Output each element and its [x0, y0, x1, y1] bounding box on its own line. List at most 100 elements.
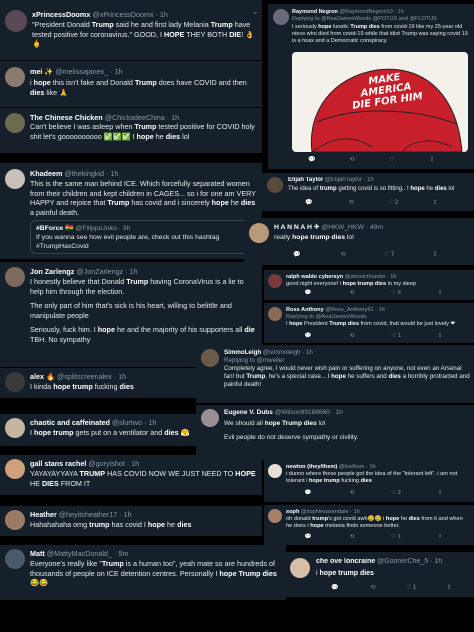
retweet-icon[interactable]: ⟲ — [320, 251, 366, 258]
handle-time[interactable]: @slurtwo · 1h — [112, 418, 156, 427]
display-name[interactable]: mei ✨ — [30, 67, 53, 76]
retweet-icon[interactable]: ⟲ — [330, 333, 374, 339]
quoted-tweet[interactable]: #BForce 🇬🇭 @FilippoJoko · 3h If you wann… — [30, 220, 256, 254]
handle-time[interactable]: @Ross_Anthony91 · 1h — [325, 307, 384, 313]
display-name[interactable]: Raymond Negron — [292, 9, 338, 15]
avatar[interactable] — [249, 223, 269, 243]
handle-time[interactable]: @sophiesaxendale · 1h — [301, 509, 360, 515]
handle-time[interactable]: @heyitsheather17 · 1h — [59, 510, 132, 519]
share-icon[interactable]: ⇪ — [418, 534, 462, 540]
retweet-icon[interactable]: ⟲ — [330, 290, 374, 296]
tweet-card[interactable]: Raymond Negron @RaymondNegron10 · 1h Rep… — [268, 4, 474, 169]
retweet-icon[interactable]: ⟲ — [330, 490, 374, 496]
cartoon-image[interactable]: MAKE AMERICA DIE FOR HIM — [292, 52, 468, 152]
tweet-card[interactable]: Elijah Taylor @ElijahTaylor · 1h The ide… — [262, 173, 474, 211]
reply-icon[interactable]: 💬 — [288, 199, 330, 206]
reply-icon[interactable]: 💬 — [286, 534, 330, 540]
avatar[interactable] — [5, 549, 25, 569]
display-name[interactable]: Heather — [30, 510, 57, 519]
tweet-card[interactable]: mei ✨ @melissajanex_ · 1h i hope this is… — [0, 61, 262, 107]
avatar[interactable] — [201, 409, 219, 427]
avatar[interactable] — [267, 177, 283, 193]
handle-time[interactable]: @JonZarlengz · 1h — [76, 267, 137, 276]
share-icon[interactable]: ⇪ — [414, 199, 456, 206]
like-icon[interactable]: ♡ 1 — [392, 584, 430, 591]
retweet-icon[interactable]: ⟲ — [354, 584, 392, 591]
handle-time[interactable]: @HKW_HKW · 49m — [321, 224, 383, 231]
tweet-card[interactable]: SimmoLeigh @simmoleigh · 1h Replying to … — [196, 345, 474, 403]
retweet-icon[interactable]: ⟲ — [332, 156, 372, 163]
display-name[interactable]: chaotic and caffeinated — [30, 418, 110, 427]
avatar[interactable] — [5, 459, 25, 479]
handle-time[interactable]: @RaymondNegron10 · 1h — [339, 9, 403, 15]
handle-time[interactable]: @simmoleigh · 1h — [263, 349, 313, 356]
tweet-card[interactable]: soph @sophiesaxendale · 1h oh donald tru… — [264, 505, 474, 545]
display-name[interactable]: Eugene V. Dubs — [224, 409, 273, 416]
avatar[interactable] — [290, 558, 310, 578]
reply-icon[interactable]: 💬 — [292, 156, 332, 163]
display-name[interactable]: Elijah Taylor — [288, 177, 323, 183]
reply-icon[interactable]: 💬 — [286, 290, 330, 296]
avatar[interactable] — [268, 464, 282, 478]
handle-time[interactable]: @splitscreenalex · 1h — [57, 372, 126, 381]
retweet-icon[interactable]: ⟲ — [330, 534, 374, 540]
display-name[interactable]: Matt — [30, 549, 45, 558]
avatar[interactable] — [268, 307, 282, 321]
display-name[interactable]: xPrincessDoomx — [32, 10, 90, 19]
tweet-card[interactable]: gall stans rachel @goryishot · 1h YAYAYA… — [0, 455, 262, 495]
tweet-card[interactable]: xPrincessDoomx @xPrincessDoomx · 1h ⌄ "P… — [0, 0, 262, 60]
handle-time[interactable]: @ElijahTaylor · 1h — [325, 177, 374, 183]
share-icon[interactable]: ⇪ — [418, 490, 462, 496]
reply-context[interactable]: Replying to @RealJamesWoods @POTUS and @… — [292, 16, 470, 22]
tweet-card[interactable]: Khadeem @thekingkid · 1h This is the sam… — [0, 163, 262, 259]
handle-time[interactable]: @krelbom · 1h — [339, 464, 376, 470]
share-icon[interactable]: ⇪ — [418, 290, 462, 296]
like-icon[interactable]: ♡ 2 — [374, 490, 418, 496]
share-icon[interactable]: ⇪ — [418, 333, 462, 339]
share-icon[interactable]: ⇪ — [430, 584, 468, 591]
handle-time[interactable]: @goryishot · 1h — [88, 459, 139, 468]
reply-icon[interactable]: 💬 — [286, 333, 330, 339]
tweet-card[interactable]: Matt @MattyMacDonald_ · 5m Everyone's re… — [0, 545, 286, 600]
display-name[interactable]: ralph waldo cybersyn — [286, 274, 343, 280]
quote-hashtag[interactable]: #TrumpHasCovid — [36, 242, 250, 251]
like-icon[interactable]: ♡ — [372, 156, 412, 163]
handle-time[interactable]: @atomicthumbs · 1h — [345, 274, 397, 280]
reply-icon[interactable]: 💬 — [274, 251, 320, 258]
avatar[interactable] — [268, 509, 282, 523]
display-name[interactable]: gall stans rachel — [30, 459, 86, 468]
avatar[interactable] — [5, 418, 25, 438]
avatar[interactable] — [268, 274, 282, 288]
reply-icon[interactable]: 💬 — [286, 490, 330, 496]
reply-context[interactable]: Replying to @RealJamesWoods — [286, 314, 470, 320]
tweet-card[interactable]: The Chinese Chicken @ChickadeeChina · 1h… — [0, 108, 262, 153]
retweet-icon[interactable]: ⟲ — [330, 199, 372, 206]
like-icon[interactable]: ♡ 6 — [374, 290, 418, 296]
tweet-card[interactable]: Heather @heyitsheather17 · 1h Hahahahaha… — [0, 506, 262, 536]
reply-icon[interactable]: 💬 — [316, 584, 354, 591]
avatar[interactable] — [5, 510, 25, 530]
display-name[interactable]: che ove loncraine — [316, 558, 375, 565]
display-name[interactable]: alex 🔥 — [30, 372, 55, 381]
display-name[interactable]: newton (they/them) — [286, 464, 337, 470]
handle-time[interactable]: @melissajanex_ · 1h — [55, 67, 122, 76]
avatar[interactable] — [273, 9, 289, 25]
caret-down-icon[interactable]: ⌄ — [252, 8, 258, 16]
display-name[interactable]: The Chinese Chicken — [30, 113, 103, 122]
tweet-card[interactable]: newton (they/them) @krelbom · 1h i dunno… — [264, 460, 474, 502]
avatar[interactable] — [5, 372, 25, 392]
display-name[interactable]: H A N N A H ✈ — [274, 224, 319, 231]
avatar[interactable] — [5, 169, 25, 189]
like-icon[interactable]: ♡ 7 — [366, 251, 412, 258]
handle-time[interactable]: @Wilson99188660 · 1h — [275, 409, 343, 416]
tweet-card[interactable]: che ove loncraine @GoonerChe_5 · 1h i ho… — [286, 552, 474, 597]
tweet-card[interactable]: Ross Anthony @Ross_Anthony91 · 1h Replyi… — [264, 303, 474, 343]
share-icon[interactable]: ⇪ — [412, 251, 458, 258]
avatar[interactable] — [201, 349, 219, 367]
handle-time[interactable]: @thekingkid · 1h — [64, 169, 118, 178]
handle-time[interactable]: @xPrincessDoomx · 1h — [92, 10, 168, 19]
like-icon[interactable]: ♡ 1 — [374, 333, 418, 339]
avatar[interactable] — [5, 267, 25, 287]
handle-time[interactable]: @MattyMacDonald_ · 5m — [47, 549, 129, 558]
like-icon[interactable]: ♡ 2 — [372, 199, 414, 206]
